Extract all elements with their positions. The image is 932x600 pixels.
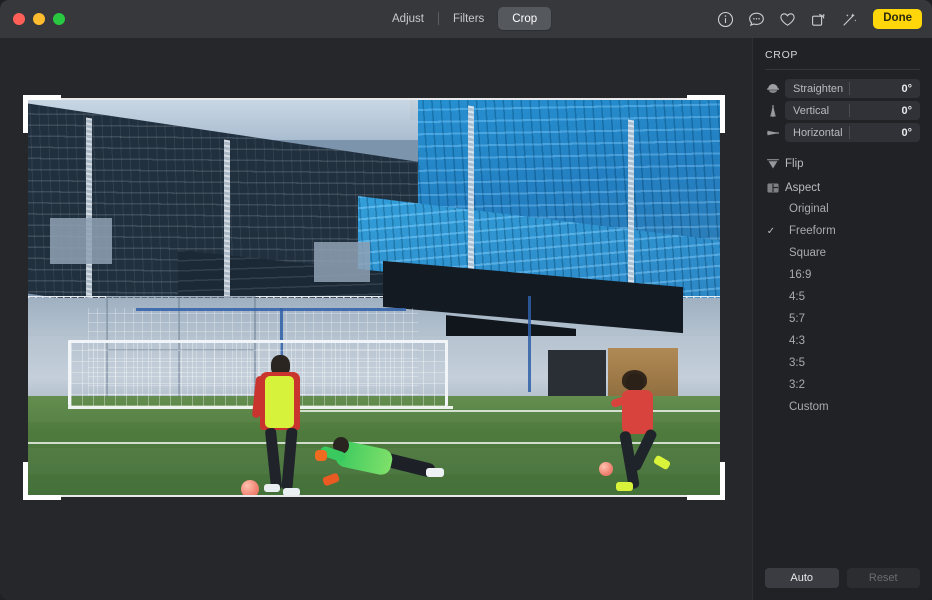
toolbar-actions: Done (716, 7, 922, 31)
aspect-option-label: 4:3 (789, 335, 805, 347)
aspect-option-3-5[interactable]: 3:5 (753, 352, 932, 374)
flip-row[interactable]: Flip (765, 153, 920, 174)
edit-mode-tabs: Adjust Filters Crop (378, 7, 551, 30)
aspect-option-5-7[interactable]: 5:7 (753, 308, 932, 330)
field-divider (849, 82, 850, 95)
soccer-ball-2 (599, 462, 613, 476)
horizontal-label: Horizontal (793, 127, 843, 139)
aspect-option-freeform[interactable]: ✓ Freeform (753, 220, 932, 242)
pitch (28, 396, 720, 495)
stadium-photo (28, 100, 720, 495)
pitch-line-2 (278, 410, 720, 412)
horizontal-perspective-icon (765, 125, 780, 140)
straighten-field[interactable]: Straighten 0° (785, 79, 920, 98)
aspect-option-list: Original ✓ Freeform Square 16:9 4:5 5:7 (753, 198, 932, 418)
close-button[interactable] (13, 13, 25, 25)
tab-filters[interactable]: Filters (439, 7, 498, 30)
aspect-option-original[interactable]: Original (753, 198, 932, 220)
checkmark-icon: ✓ (765, 226, 777, 237)
rotate-icon[interactable] (809, 10, 828, 29)
vomitory-mid (314, 242, 370, 282)
straighten-value: 0° (901, 83, 912, 95)
vertical-field[interactable]: Vertical 0° (785, 101, 920, 120)
info-icon[interactable] (716, 10, 735, 29)
blue-railing (136, 308, 406, 311)
tab-crop[interactable]: Crop (498, 7, 551, 30)
editor-canvas: 00:08 −00:01 (0, 38, 752, 600)
aspect-option-label: Original (789, 203, 829, 215)
reset-button[interactable]: Reset (847, 568, 921, 588)
window-controls (13, 13, 65, 25)
flip-label: Flip (785, 158, 804, 170)
straighten-label: Straighten (793, 83, 843, 95)
aspect-option-label: 16:9 (789, 269, 811, 281)
stairs-mid (224, 140, 230, 301)
vertical-perspective-icon (765, 103, 780, 118)
crop-sidebar: CROP Straighten 0° (752, 38, 932, 600)
flip-icon (765, 156, 780, 171)
stairs-left (86, 118, 92, 299)
vomitory-left (50, 218, 112, 264)
straighten-row[interactable]: Straighten 0° (765, 79, 920, 98)
aspect-row[interactable]: Aspect (765, 177, 920, 198)
aspect-icon (765, 180, 780, 195)
horizontal-field[interactable]: Horizontal 0° (785, 123, 920, 142)
favorite-heart-icon[interactable] (778, 10, 797, 29)
blue-post-2 (528, 296, 531, 392)
title-bar: Adjust Filters Crop (0, 0, 932, 38)
aspect-option-label: 4:5 (789, 291, 805, 303)
vertical-value: 0° (901, 105, 912, 117)
aspect-option-4-5[interactable]: 4:5 (753, 286, 932, 308)
horizontal-row[interactable]: Horizontal 0° (765, 123, 920, 142)
straighten-icon (765, 81, 780, 96)
auto-button[interactable]: Auto (765, 568, 839, 588)
photo-preview[interactable]: 00:08 −00:01 (28, 100, 720, 495)
field-divider (849, 104, 850, 117)
maximize-button[interactable] (53, 13, 65, 25)
aspect-option-label: Square (789, 247, 826, 259)
panel-divider (765, 69, 920, 70)
auto-enhance-wand-icon[interactable] (840, 10, 859, 29)
crop-edge-bottom[interactable] (61, 495, 687, 497)
done-button[interactable]: Done (873, 9, 922, 29)
tab-adjust[interactable]: Adjust (378, 7, 438, 30)
comment-icon[interactable] (747, 10, 766, 29)
vertical-label: Vertical (793, 105, 829, 117)
aspect-option-4-3[interactable]: 4:3 (753, 330, 932, 352)
stairs-blue-2 (628, 120, 634, 299)
aspect-option-16-9[interactable]: 16:9 (753, 264, 932, 286)
aspect-option-custom[interactable]: Custom (753, 396, 932, 418)
aspect-option-label: Custom (789, 401, 829, 413)
aspect-option-3-2[interactable]: 3:2 (753, 374, 932, 396)
minimize-button[interactable] (33, 13, 45, 25)
aspect-option-label: 3:5 (789, 357, 805, 369)
soccer-ball-1 (241, 480, 259, 495)
panel-title: CROP (753, 38, 932, 61)
horizontal-value: 0° (901, 127, 912, 139)
photo-editor-window: Adjust Filters Crop (0, 0, 932, 600)
pitch-line-1 (28, 442, 720, 444)
aspect-option-label: Freeform (789, 225, 836, 237)
aspect-option-label: 3:2 (789, 379, 805, 391)
aspect-option-square[interactable]: Square (753, 242, 932, 264)
aspect-option-label: 5:7 (789, 313, 805, 325)
vertical-row[interactable]: Vertical 0° (765, 101, 920, 120)
aspect-label: Aspect (785, 182, 820, 194)
sidebar-actions: Auto Reset (765, 568, 920, 588)
field-divider (849, 126, 850, 139)
